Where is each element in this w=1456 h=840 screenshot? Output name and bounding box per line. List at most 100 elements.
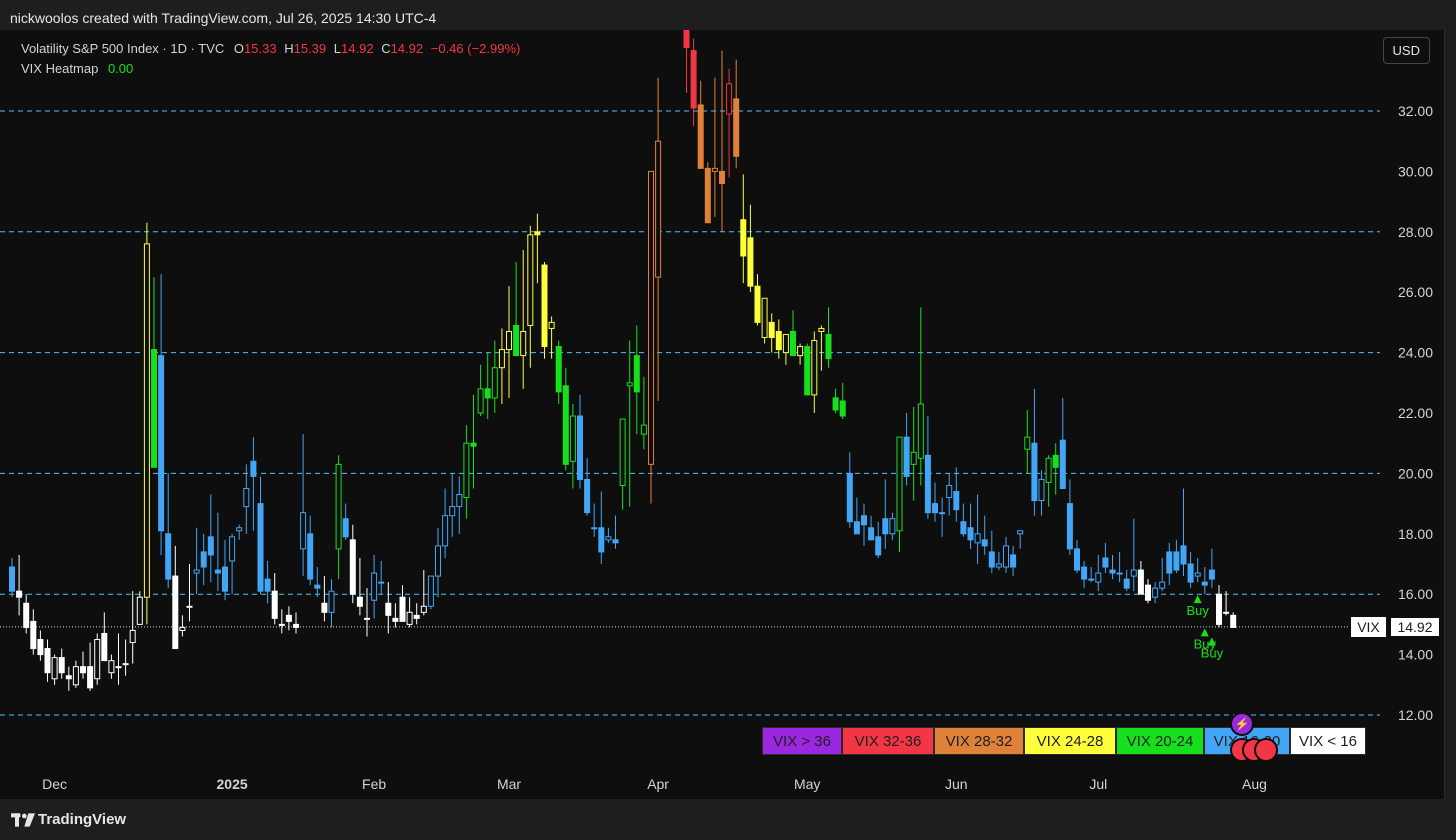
candle-body bbox=[1024, 436, 1031, 450]
candle-body bbox=[285, 614, 292, 622]
candle-body bbox=[413, 614, 420, 619]
open-label: O bbox=[233, 41, 245, 56]
candle-body bbox=[1187, 563, 1194, 583]
candle-body bbox=[30, 620, 37, 650]
candle-body bbox=[633, 355, 640, 393]
candle-body bbox=[534, 231, 541, 236]
buy-signal-label: Buy bbox=[1186, 603, 1209, 618]
candle-body bbox=[1038, 478, 1045, 502]
candle-body bbox=[420, 605, 427, 613]
y-tick-label: 12.00 bbox=[1398, 707, 1433, 723]
footer-brand: TradingView bbox=[38, 811, 127, 828]
candle-body bbox=[257, 503, 264, 592]
candle-body bbox=[364, 617, 370, 620]
candle-body bbox=[726, 83, 733, 115]
candle-body bbox=[108, 660, 115, 674]
candle-body bbox=[768, 321, 775, 338]
candle-body bbox=[1045, 457, 1052, 483]
candle-body bbox=[846, 472, 853, 523]
candle-body bbox=[179, 626, 186, 631]
x-tick-label: Mar bbox=[497, 776, 521, 792]
candle-body bbox=[427, 575, 434, 607]
symbol-legend: Volatility S&P 500 Index · 1D · TVC O15.… bbox=[21, 41, 520, 56]
indicator-name: VIX Heatmap bbox=[21, 61, 99, 76]
chart-area[interactable]: Buy Buy Buy 12.00 14.00 16.00 18.00 20.00 22.00… bbox=[0, 30, 1445, 799]
y-tick-label: 28.00 bbox=[1398, 224, 1433, 240]
candle-body bbox=[1152, 587, 1159, 598]
candle-body bbox=[80, 666, 86, 674]
candle-body bbox=[1123, 578, 1130, 589]
candle-body bbox=[619, 418, 626, 486]
candle-body bbox=[1074, 548, 1080, 571]
candle-body bbox=[1010, 554, 1017, 568]
candle-body bbox=[342, 518, 349, 538]
candle-body bbox=[577, 415, 583, 480]
candle-body bbox=[797, 346, 804, 357]
candle-body bbox=[513, 324, 520, 357]
candle-body bbox=[172, 575, 179, 650]
candle-body bbox=[640, 424, 647, 435]
candle-body bbox=[555, 346, 562, 393]
candle-body bbox=[541, 264, 548, 348]
candle-body bbox=[626, 382, 633, 387]
candle-body bbox=[683, 30, 690, 49]
open-value: 15.33 bbox=[244, 41, 277, 56]
y-tick-label: 30.00 bbox=[1398, 163, 1433, 179]
candle-body bbox=[1230, 614, 1237, 628]
symbol-title: Volatility S&P 500 Index · 1D · TVC bbox=[21, 41, 225, 56]
x-tick-label: Jul bbox=[1089, 776, 1107, 792]
candle-body bbox=[924, 454, 931, 514]
candle-body bbox=[207, 536, 214, 556]
candle-body bbox=[371, 572, 378, 601]
currency-button[interactable]: USD bbox=[1382, 37, 1430, 64]
candle-body bbox=[818, 327, 825, 332]
candle-body bbox=[491, 367, 498, 399]
candle-body bbox=[378, 581, 385, 584]
candle-body bbox=[300, 512, 307, 550]
candle-body bbox=[151, 349, 157, 468]
candle-body bbox=[278, 623, 285, 626]
change-value: −0.46 (−2.99%) bbox=[430, 41, 521, 56]
candle-body bbox=[435, 545, 441, 577]
footer: TradingView bbox=[0, 800, 1456, 840]
candle-body bbox=[932, 503, 938, 514]
candle-body bbox=[1031, 442, 1038, 502]
candle-body bbox=[1194, 572, 1201, 577]
candle-body bbox=[1095, 572, 1102, 583]
candle-body bbox=[811, 340, 818, 396]
buy-signal-arrow bbox=[1200, 628, 1209, 637]
lightning-icon[interactable]: ⚡ bbox=[1230, 712, 1254, 736]
candle-body bbox=[1066, 503, 1073, 550]
low-label: L bbox=[333, 41, 342, 56]
candle-body bbox=[94, 639, 101, 680]
candle-body bbox=[406, 611, 413, 625]
candle-body bbox=[271, 590, 278, 619]
candle-body bbox=[136, 596, 143, 625]
event-marker-icon[interactable] bbox=[1254, 738, 1278, 762]
candle-body bbox=[1003, 545, 1009, 568]
low-value: 14.92 bbox=[341, 41, 374, 56]
candle-body bbox=[1137, 569, 1144, 595]
candle-body bbox=[385, 602, 392, 616]
candle-body bbox=[222, 566, 228, 592]
candle-body bbox=[1145, 584, 1151, 601]
candle-body bbox=[335, 463, 342, 550]
candle-body bbox=[974, 533, 981, 544]
candle-body bbox=[236, 527, 243, 532]
x-tick-label: Dec bbox=[42, 776, 67, 792]
candle-body bbox=[1059, 439, 1066, 489]
candle-body bbox=[58, 657, 65, 674]
candle-body bbox=[1173, 551, 1180, 571]
candle-body bbox=[165, 533, 172, 580]
heatmap-legend-item: VIX < 16 bbox=[1290, 727, 1366, 755]
candle-body bbox=[484, 388, 491, 399]
candle-body bbox=[456, 494, 463, 508]
candle-body bbox=[946, 484, 953, 499]
vix-candlestick-chart[interactable]: BuyBuyBuy 12.0014.0016.0018.0020.0022.00… bbox=[0, 30, 1444, 799]
candle-body bbox=[243, 488, 250, 508]
candle-body bbox=[498, 349, 505, 369]
candle-body bbox=[307, 533, 314, 580]
candle-body bbox=[711, 167, 718, 172]
candle-body bbox=[1180, 545, 1187, 565]
price-tag-symbol: VIX bbox=[1351, 617, 1386, 637]
